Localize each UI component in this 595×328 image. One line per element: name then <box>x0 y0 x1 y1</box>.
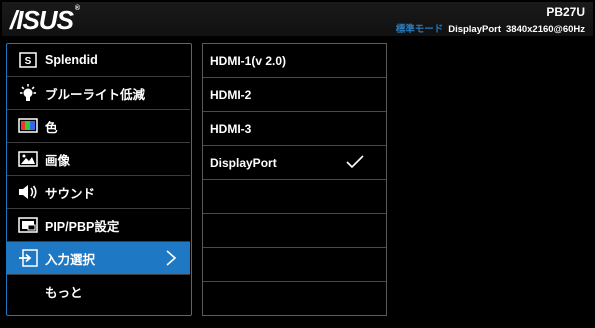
menu-item-sound[interactable]: サウンド <box>7 176 190 209</box>
checkmark-icon <box>346 155 364 174</box>
image-icon <box>15 148 41 170</box>
pip-icon <box>15 214 41 236</box>
splendid-icon: S <box>15 49 41 71</box>
blue-light-icon <box>15 82 41 104</box>
main-menu: S Splendid ブルーライト低減 色 画像 サウンド PIP/PBP設定 … <box>6 43 192 316</box>
menu-item-label: 色 <box>45 120 58 135</box>
submenu-item-label: HDMI-2 <box>210 87 252 102</box>
input-submenu: HDMI-1(v 2.0) HDMI-2 HDMI-3 DisplayPort <box>202 43 387 316</box>
submenu-item-hdmi-3[interactable]: HDMI-3 <box>203 112 386 146</box>
chevron-right-icon <box>166 250 177 271</box>
submenu-item-hdmi-2[interactable]: HDMI-2 <box>203 78 386 112</box>
menu-item-splendid[interactable]: S Splendid <box>7 44 190 77</box>
osd-window: /ISUS ® PB27U 標準モード DisplayPort 3840x2160@6… <box>2 2 593 324</box>
submenu-item-label: DisplayPort <box>210 155 277 170</box>
menu-item-blue-light[interactable]: ブルーライト低減 <box>7 77 190 110</box>
submenu-item-label: HDMI-1(v 2.0) <box>210 53 287 68</box>
asus-logo: /ISUS ® <box>10 5 80 35</box>
submenu-item-hdmi-1[interactable]: HDMI-1(v 2.0) <box>203 44 386 78</box>
speaker-icon <box>15 181 41 203</box>
menu-item-label: 入力選択 <box>45 252 96 267</box>
svg-text:S: S <box>25 56 32 67</box>
menu-item-label: もっと <box>45 286 83 300</box>
menu-item-label: ブルーライト低減 <box>45 87 146 102</box>
status-line: 標準モード DisplayPort 3840x2160@60Hz <box>396 21 585 35</box>
submenu-item-empty <box>203 214 386 248</box>
current-input: DisplayPort <box>448 24 501 35</box>
menu-item-image[interactable]: 画像 <box>7 143 190 176</box>
menu-item-input-select[interactable]: 入力選択 <box>7 242 190 275</box>
current-resolution: 3840x2160@60Hz <box>506 24 585 35</box>
submenu-item-empty <box>203 282 386 316</box>
osd-header: /ISUS ® PB27U 標準モード DisplayPort 3840x2160@6… <box>2 2 593 36</box>
menu-item-label: サウンド <box>45 186 96 201</box>
submenu-item-empty <box>203 180 386 214</box>
menu-item-color[interactable]: 色 <box>7 110 190 143</box>
submenu-item-label: HDMI-3 <box>210 121 252 136</box>
color-icon <box>15 115 41 137</box>
current-mode: 標準モード <box>395 24 444 35</box>
menu-item-label: 画像 <box>45 153 71 168</box>
menu-item-label: PIP/PBP設定 <box>45 219 120 234</box>
model-name: PB27U <box>546 5 585 19</box>
menu-item-label: Splendid <box>45 53 98 67</box>
menu-item-icon-slot <box>15 281 41 303</box>
submenu-item-empty <box>203 248 386 282</box>
submenu-item-displayport[interactable]: DisplayPort <box>203 146 386 180</box>
menu-item-pip-pbp[interactable]: PIP/PBP設定 <box>7 209 190 242</box>
input-select-icon <box>15 247 41 269</box>
menu-item-more[interactable]: もっと <box>7 275 190 308</box>
